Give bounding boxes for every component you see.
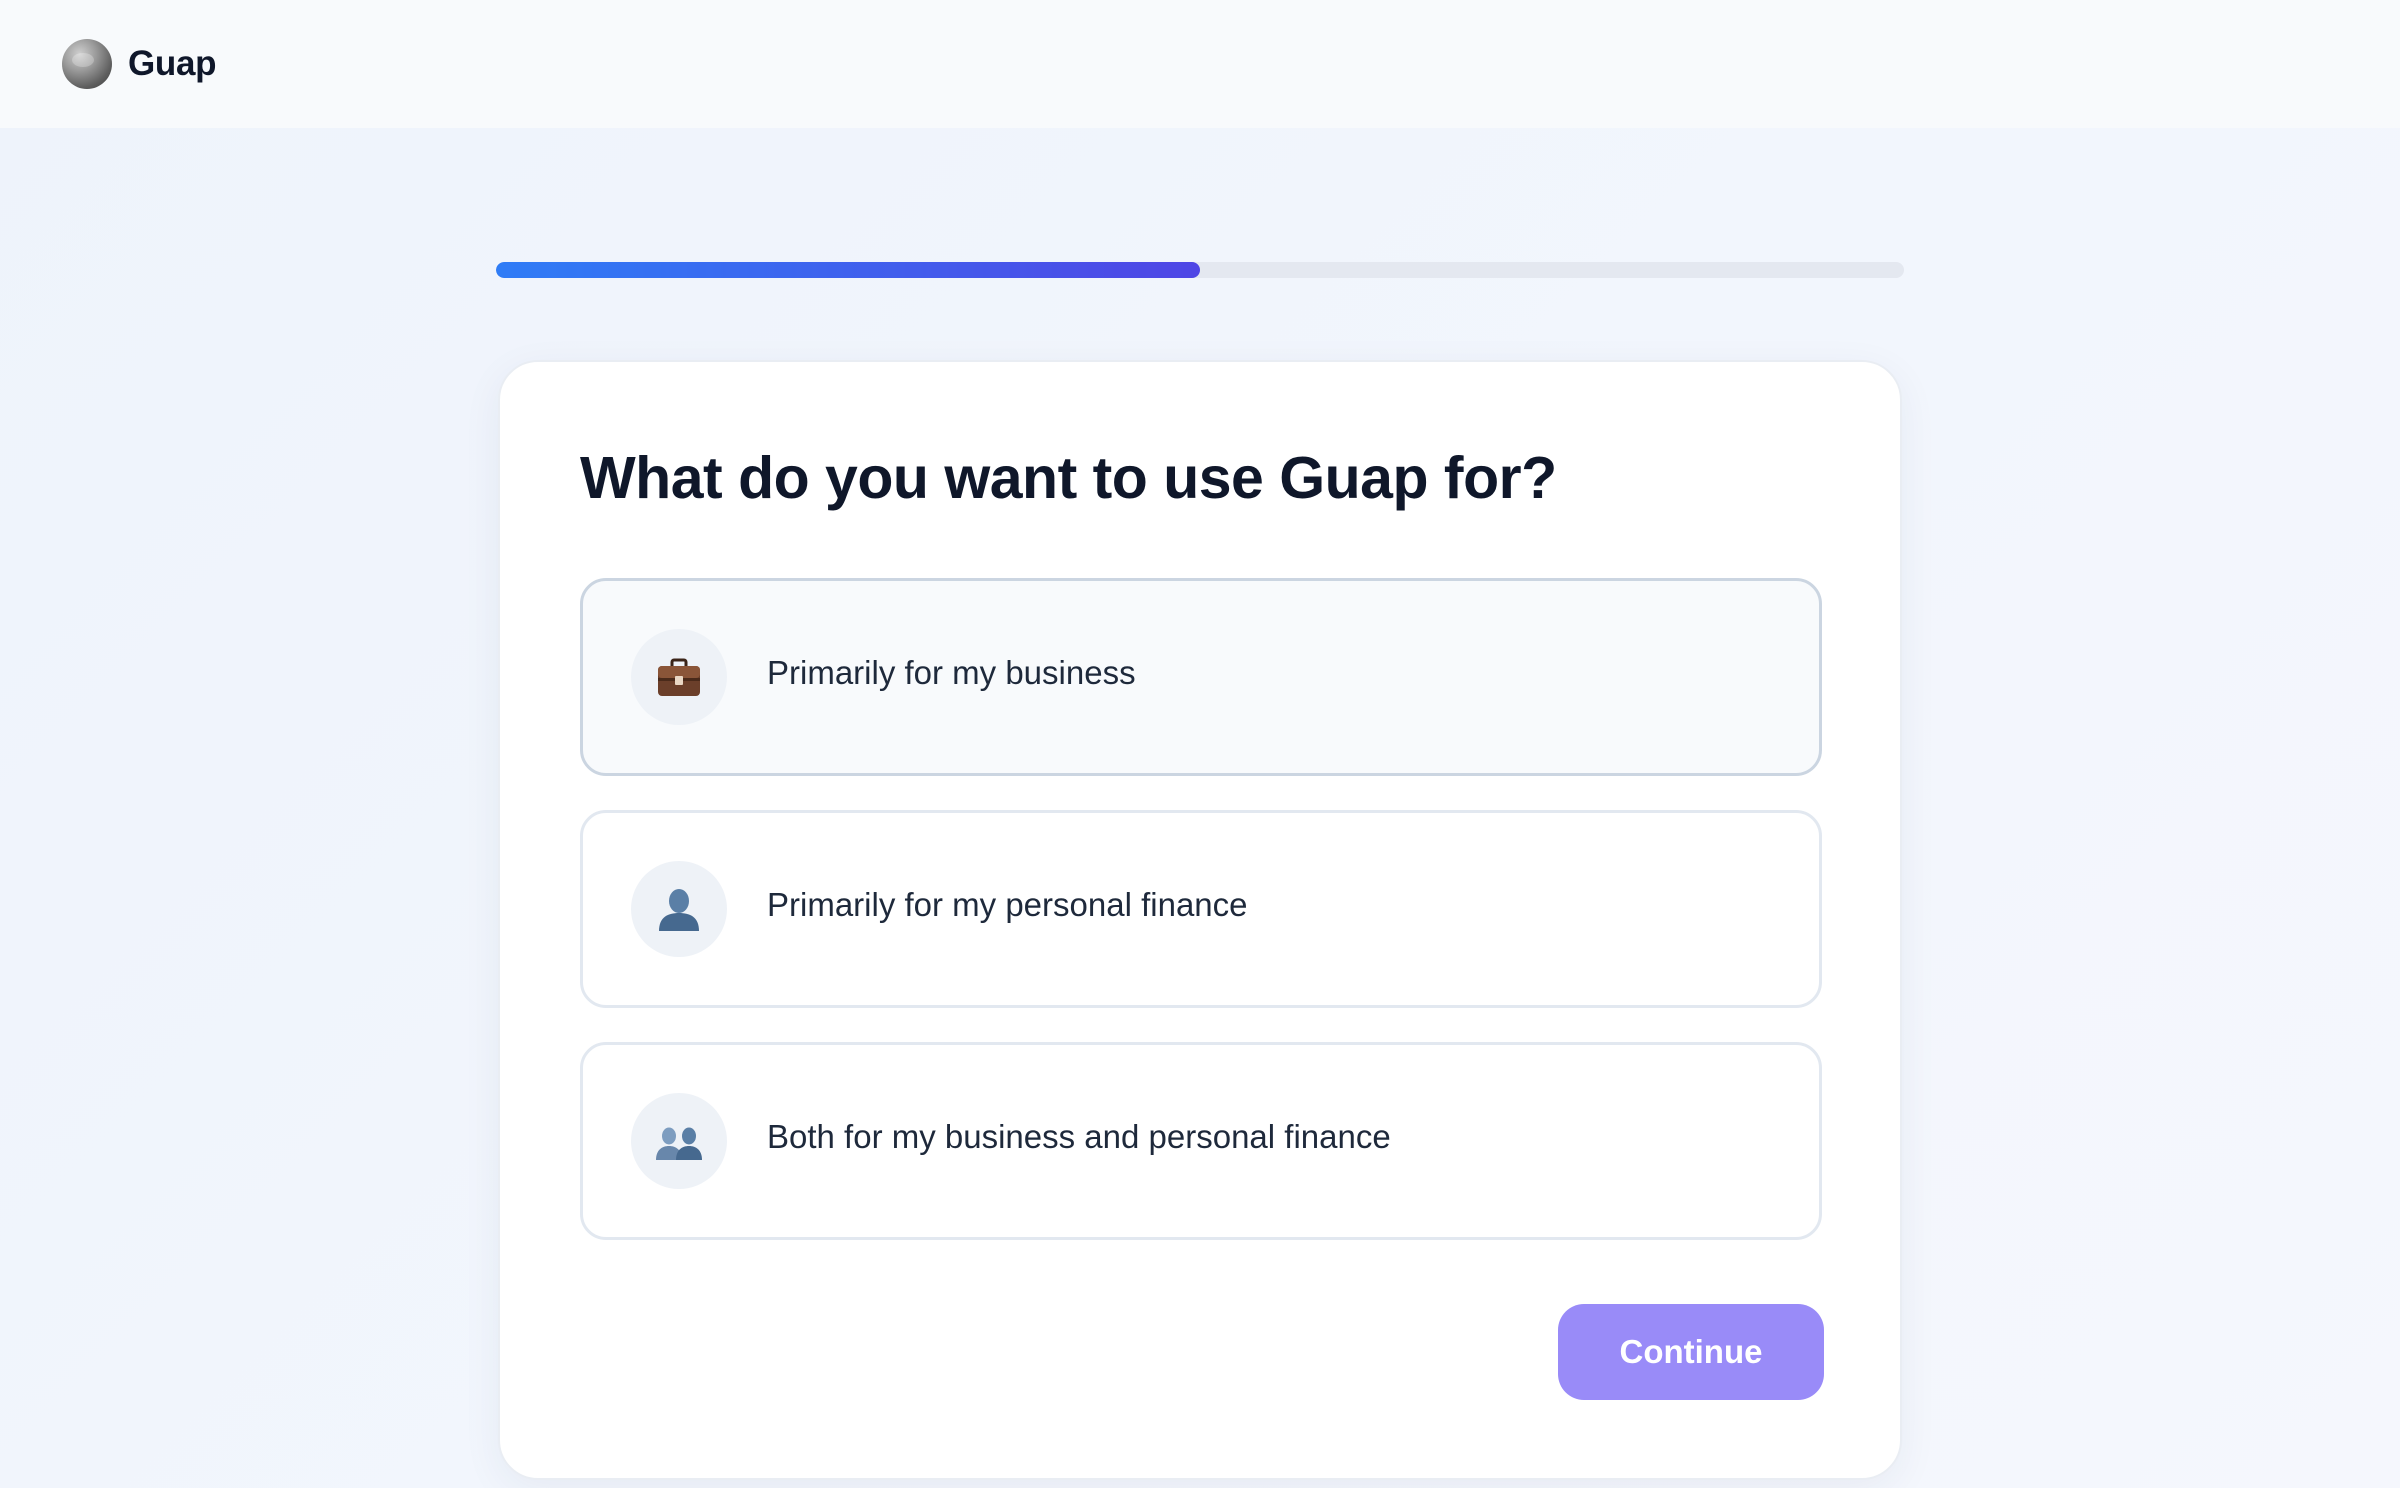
question-title: What do you want to use Guap for? [580, 445, 1557, 511]
progress-bar-fill [496, 262, 1200, 278]
brand-name[interactable]: Guap [128, 44, 217, 84]
question-card: What do you want to use Guap for? Primar… [498, 360, 1902, 1480]
option-personal-label: Primarily for my personal finance [767, 886, 1248, 923]
progress-bar [496, 262, 1904, 278]
globe-logo-icon[interactable] [62, 39, 112, 89]
continue-button[interactable]: Continue [1558, 1304, 1824, 1400]
option-business-label: Primarily for my business [767, 654, 1136, 691]
option-both[interactable]: Both for my business and personal financ… [580, 1042, 1822, 1240]
person-icon [631, 861, 727, 957]
top-bar: Guap [0, 0, 2400, 128]
option-personal[interactable]: Primarily for my personal finance [580, 810, 1822, 1008]
option-both-label: Both for my business and personal financ… [767, 1118, 1391, 1155]
two-people-icon [631, 1093, 727, 1189]
option-business[interactable]: Primarily for my business [580, 578, 1822, 776]
briefcase-icon [631, 629, 727, 725]
